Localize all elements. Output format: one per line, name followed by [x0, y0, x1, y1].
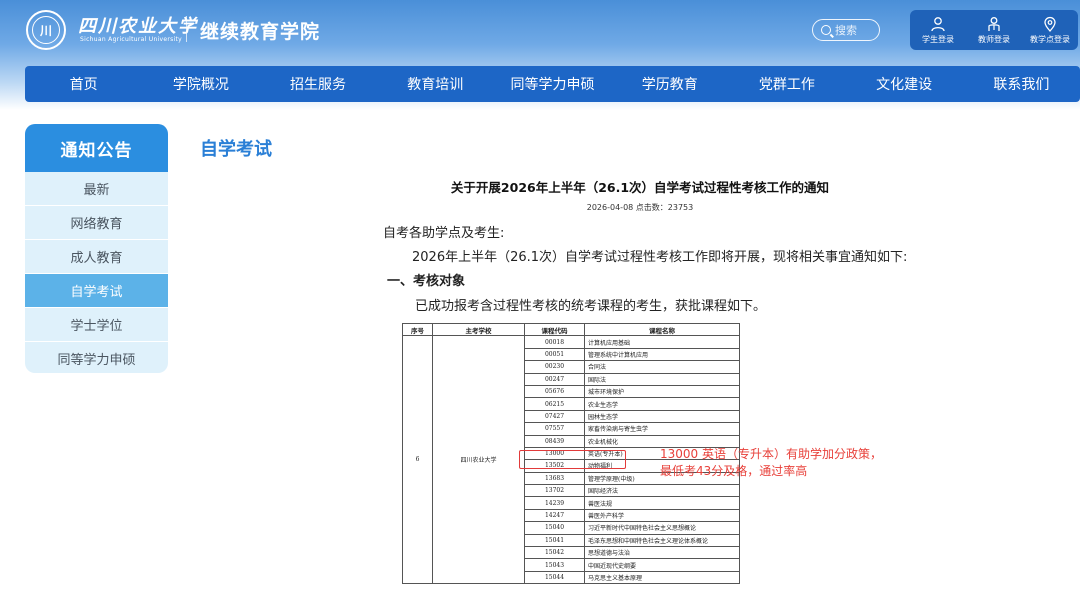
course-name-cell: 兽医外产科学: [584, 508, 740, 523]
course-code-cell: 08439: [524, 434, 585, 448]
sidebar-item-self-study-exam[interactable]: 自学考试: [25, 274, 168, 308]
course-code-cell: 15043: [524, 558, 585, 572]
nav-item-culture[interactable]: 文化建设: [846, 74, 963, 94]
course-name-cell: 习近平新时代中国特色社会主义思想概论: [584, 521, 740, 535]
teacher-icon: [988, 16, 1000, 31]
login-group: 学生登录 教师登录 教学点登录: [910, 10, 1078, 50]
sidebar-item-adult-education[interactable]: 成人教育: [25, 240, 168, 274]
logo-divider: [186, 16, 187, 42]
course-name-cell: 合同法: [584, 360, 740, 374]
nav-item-party-work[interactable]: 党群工作: [728, 74, 845, 94]
teaching-point-login-label: 教学点登录: [1030, 34, 1070, 44]
nav-item-about[interactable]: 学院概况: [142, 74, 259, 94]
teacher-login-label: 教师登录: [978, 34, 1010, 44]
teaching-point-login-button[interactable]: 教学点登录: [1022, 10, 1078, 50]
course-name-cell: 园林生态学: [584, 409, 740, 424]
seq-cell: 6: [402, 335, 433, 585]
school-cell: 四川农业大学: [432, 335, 525, 585]
course-code-cell: 13683: [524, 471, 585, 486]
course-code-cell: 13702: [524, 484, 585, 498]
nav-item-home[interactable]: 首页: [25, 74, 142, 94]
sidebar-item-latest[interactable]: 最新: [25, 172, 168, 206]
course-name-cell: 农业生态学: [584, 397, 740, 411]
greeting-text: 自考各助学点及考生:: [383, 226, 505, 241]
course-code-cell: 00051: [524, 347, 585, 362]
table-header-row: 序号 主考学校 课程代码 课程名称: [402, 322, 740, 337]
intro-text: 2026年上半年（26.1次）自学考试过程性考核工作即将开展，现将相关事宜通知如…: [412, 250, 908, 265]
nav-item-contact[interactable]: 联系我们: [963, 74, 1080, 94]
column-header-school: 主考学校: [432, 322, 525, 337]
nav-item-training[interactable]: 教育培训: [377, 74, 494, 94]
course-name-cell: 马克思主义基本原理: [584, 570, 740, 585]
course-code-cell: 00018: [524, 335, 585, 349]
student-icon: [931, 16, 945, 31]
course-code-cell: 14239: [524, 496, 585, 510]
annotation-line-2: 最低考43分及格，通过率高: [660, 464, 808, 478]
article-title: 关于开展2026年上半年（26.1次）自学考试过程性考核工作的通知: [450, 180, 830, 195]
course-code-cell: 06215: [524, 397, 585, 411]
seal-inner: 川: [32, 16, 60, 44]
course-code-cell: 00247: [524, 372, 585, 386]
course-name-cell: 思想道德与法治: [584, 546, 740, 560]
article-meta: 2026-04-08 点击数：23753: [586, 203, 694, 212]
college-name[interactable]: 继续教育学院: [200, 17, 320, 44]
column-header-seq: 序号: [402, 322, 433, 337]
course-name-cell: 计算机应用基础: [584, 335, 740, 349]
course-name-cell: 国际经济法: [584, 484, 740, 498]
column-header-name: 课程名称: [584, 322, 740, 337]
course-name-cell: 国际法: [584, 372, 740, 386]
course-code-cell: 15044: [524, 570, 585, 585]
course-name-cell: 城市环境保护: [584, 384, 740, 399]
annotation-note: 13000 英语（专升本）有助学加分政策， 最低考43分及格，通过率高: [660, 446, 882, 480]
main-nav: 首页 学院概况 招生服务 教育培训 同等学力申硕 学历教育 党群工作 文化建设 …: [25, 66, 1080, 102]
sidebar: 通知公告 最新 网络教育 成人教育 自学考试 学士学位 同等学力申硕: [25, 124, 168, 373]
course-code-cell: 07427: [524, 409, 585, 424]
university-seal-icon[interactable]: 川: [26, 10, 66, 50]
search-icon: [821, 25, 831, 35]
highlight-box: [519, 450, 626, 469]
course-code-cell: 07557: [524, 422, 585, 436]
nav-item-degree-education[interactable]: 学历教育: [611, 74, 728, 94]
course-name-cell: 管理系统中计算机应用: [584, 347, 740, 362]
student-login-label: 学生登录: [922, 34, 954, 44]
course-code-cell: 00230: [524, 360, 585, 374]
location-icon: [1044, 16, 1056, 32]
sidebar-item-online-education[interactable]: 网络教育: [25, 206, 168, 240]
description-text: 已成功报考含过程性考核的统考课程的考生，获批课程如下。: [415, 299, 767, 314]
course-code-cell: 15040: [524, 521, 585, 535]
search-placeholder: 搜索: [835, 24, 857, 37]
course-code-cell: 14247: [524, 508, 585, 523]
nav-item-admissions[interactable]: 招生服务: [259, 74, 376, 94]
sidebar-title: 通知公告: [25, 124, 168, 172]
university-name-en: Sichuan Agricultural University: [80, 36, 183, 43]
section-title: 自学考试: [200, 139, 272, 160]
university-name-cn[interactable]: 四川农业大学: [78, 12, 198, 38]
course-name-cell: 中国近现代史纲要: [584, 558, 740, 572]
annotation-line-1: 13000 英语（专升本）有助学加分政策，: [660, 447, 882, 461]
column-header-code: 课程代码: [524, 322, 585, 337]
teacher-login-button[interactable]: 教师登录: [966, 10, 1022, 50]
student-login-button[interactable]: 学生登录: [910, 10, 966, 50]
section-heading: 一、考核对象: [387, 274, 466, 289]
course-code-cell: 05676: [524, 384, 585, 399]
course-code-cell: 15041: [524, 533, 585, 548]
course-code-cell: 15042: [524, 546, 585, 560]
course-name-cell: 家畜传染病与寄生虫学: [584, 422, 740, 436]
table-row: 6 四川农业大学 00018 计算机应用基础: [402, 335, 740, 585]
nav-item-equivalent-degree[interactable]: 同等学力申硕: [494, 74, 611, 94]
course-name-cell: 兽医法规: [584, 496, 740, 510]
search-input[interactable]: 搜索: [812, 19, 880, 41]
course-name-cell: 毛泽东思想和中国特色社会主义理论体系概论: [584, 533, 740, 548]
sidebar-item-bachelor-degree[interactable]: 学士学位: [25, 308, 168, 342]
sidebar-item-equivalent-degree[interactable]: 同等学力申硕: [25, 342, 168, 373]
